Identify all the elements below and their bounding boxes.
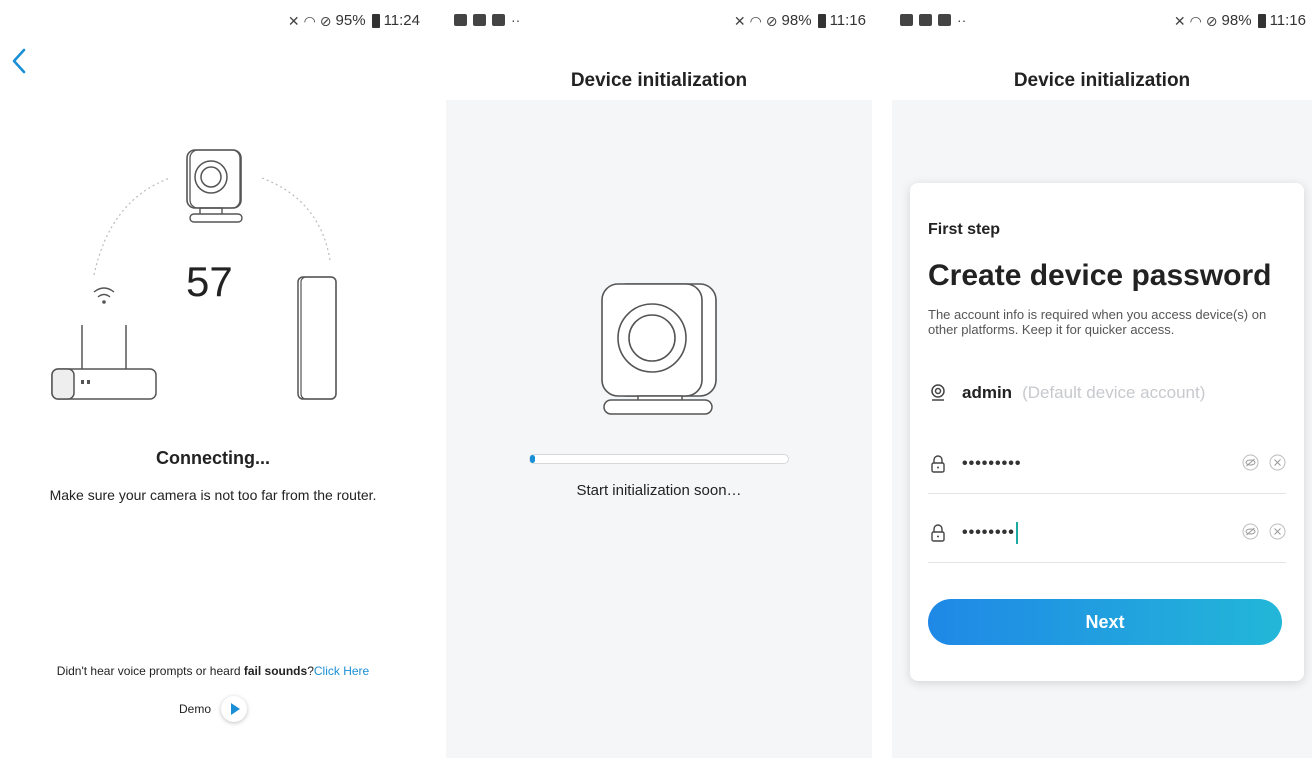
wifi-signal-icon bbox=[93, 287, 115, 304]
hide-password-icon[interactable] bbox=[1242, 454, 1259, 471]
confirm-password-actions bbox=[1242, 523, 1286, 540]
status-icons: ✕ ◠ ⊘ 98% 11:16 bbox=[1174, 12, 1306, 29]
more-dots-icon: ·· bbox=[957, 12, 967, 28]
status-bar: ·· ✕ ◠ ⊘ 98% 11:16 bbox=[892, 0, 1312, 44]
lock-icon bbox=[931, 524, 945, 542]
password-actions bbox=[1242, 454, 1286, 471]
gallery-icon bbox=[454, 14, 467, 26]
back-arrow-icon[interactable] bbox=[8, 46, 32, 76]
battery-icon bbox=[1257, 13, 1266, 28]
demo-row: Demo bbox=[0, 696, 426, 722]
wifi-icon: ◠ bbox=[1189, 12, 1202, 29]
battery-percent: 95% bbox=[335, 12, 366, 29]
clear-icon[interactable] bbox=[1269, 454, 1286, 471]
battery-icon bbox=[817, 13, 826, 28]
initialization-screen: ·· ✕ ◠ ⊘ 98% 11:16 Device initialization… bbox=[446, 0, 872, 758]
page-title: Device initialization bbox=[1013, 70, 1191, 91]
confirm-password-field[interactable]: •••••••• bbox=[928, 513, 1286, 553]
mute-icon: ✕ bbox=[733, 12, 746, 29]
countdown-timer: 57 bbox=[186, 258, 233, 305]
camera-icon bbox=[601, 283, 717, 415]
distance-hint: Make sure your camera is not too far fro… bbox=[49, 487, 377, 503]
card-description: The account info is required when you ac… bbox=[928, 307, 1267, 337]
gallery-icon bbox=[900, 14, 913, 26]
youtube-icon bbox=[919, 14, 932, 26]
youtube-icon bbox=[473, 14, 486, 26]
camera-account-icon bbox=[931, 384, 945, 401]
wifi-icon: ◠ bbox=[749, 12, 762, 29]
status-icons: ✕ ◠ ⊘ 98% 11:16 bbox=[734, 12, 866, 29]
play-icon bbox=[230, 703, 240, 715]
clock: 11:24 bbox=[383, 12, 420, 29]
camera-icon bbox=[186, 149, 243, 223]
card-title: Create device password bbox=[928, 259, 1272, 292]
progress-fill bbox=[530, 455, 536, 463]
mute-icon: ✕ bbox=[287, 12, 300, 29]
field-divider bbox=[928, 562, 1286, 563]
play-demo-button[interactable] bbox=[221, 696, 247, 722]
connecting-status: Connecting... bbox=[156, 448, 270, 468]
create-password-screen: ·· ✕ ◠ ⊘ 98% 11:16 Device initialization… bbox=[892, 0, 1312, 758]
hide-password-icon[interactable] bbox=[1242, 523, 1259, 540]
status-icons: ✕ ◠ ⊘ 95% 11:24 bbox=[288, 12, 420, 29]
clock: 11:16 bbox=[1269, 12, 1306, 29]
no-signal-icon: ⊘ bbox=[765, 12, 778, 29]
clear-icon[interactable] bbox=[1269, 523, 1286, 540]
more-dots-icon: ·· bbox=[511, 12, 521, 28]
router-icon bbox=[51, 325, 157, 400]
account-name: admin bbox=[962, 383, 1013, 402]
notification-icons: ·· bbox=[900, 12, 966, 28]
page-title: Device initialization bbox=[570, 70, 748, 91]
status-bar: ✕ ◠ ⊘ 95% 11:24 bbox=[0, 0, 426, 44]
content-panel bbox=[446, 100, 872, 758]
confirm-password-value: •••••••• bbox=[962, 524, 1015, 541]
phone-icon bbox=[297, 276, 337, 400]
demo-label: Demo bbox=[178, 702, 211, 716]
account-hint: (Default device account) bbox=[1022, 383, 1206, 402]
click-here-link[interactable]: Click Here bbox=[314, 664, 369, 678]
text-caret bbox=[1015, 522, 1018, 544]
lock-icon bbox=[931, 455, 945, 473]
step-label: First step bbox=[928, 221, 1001, 238]
voice-hint-bold: fail sounds bbox=[243, 664, 308, 678]
status-bar: ·· ✕ ◠ ⊘ 98% 11:16 bbox=[446, 0, 872, 44]
field-divider bbox=[928, 493, 1286, 494]
voice-prompt-hint: Didn't hear voice prompts or heard fail … bbox=[0, 664, 426, 678]
voice-hint-text: Didn't hear voice prompts or heard bbox=[56, 664, 244, 678]
password-card: First step Create device password The ac… bbox=[910, 183, 1304, 681]
voice-hint-q: ? bbox=[307, 664, 314, 678]
wifi-icon: ◠ bbox=[303, 12, 316, 29]
no-signal-icon: ⊘ bbox=[1205, 12, 1218, 29]
initialization-status: Start initialization soon… bbox=[576, 482, 742, 499]
account-field: admin (Default device account) bbox=[928, 373, 1286, 413]
notification-icons: ·· bbox=[454, 12, 520, 28]
battery-icon bbox=[371, 13, 380, 28]
pocket-icon bbox=[492, 14, 505, 26]
password-value: ••••••••• bbox=[962, 455, 1022, 472]
no-signal-icon: ⊘ bbox=[319, 12, 332, 29]
connecting-screen: ✕ ◠ ⊘ 95% 11:24 57 Connecting... Make su… bbox=[0, 0, 426, 758]
battery-percent: 98% bbox=[781, 12, 812, 29]
pocket-icon bbox=[938, 14, 951, 26]
initialization-progress-bar bbox=[529, 454, 789, 464]
password-field[interactable]: ••••••••• bbox=[928, 444, 1286, 484]
clock: 11:16 bbox=[829, 12, 866, 29]
mute-icon: ✕ bbox=[1173, 12, 1186, 29]
battery-percent: 98% bbox=[1221, 12, 1252, 29]
next-button[interactable]: Next bbox=[928, 599, 1282, 645]
